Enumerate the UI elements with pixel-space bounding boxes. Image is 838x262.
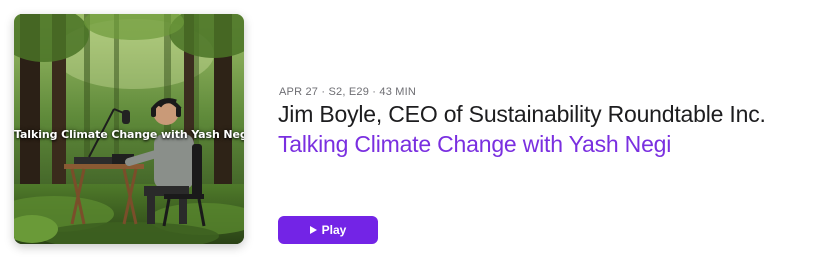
play-button-label: Play [321,223,347,237]
play-triangle-icon [309,226,317,234]
show-name-link[interactable]: Talking Climate Change with Yash Negi [278,131,671,158]
episode-meta: APR 27 · S2, E29 · 43 MIN [279,86,417,98]
artwork-caption: Talking Climate Change with Yash Negi [14,128,244,141]
episode-artwork[interactable]: Talking Climate Change with Yash Negi [14,14,244,244]
episode-title: Jim Boyle, CEO of Sustainability Roundta… [278,101,766,127]
episode-card: Talking Climate Change with Yash Negi AP… [0,0,838,262]
play-button[interactable]: Play [278,216,378,244]
